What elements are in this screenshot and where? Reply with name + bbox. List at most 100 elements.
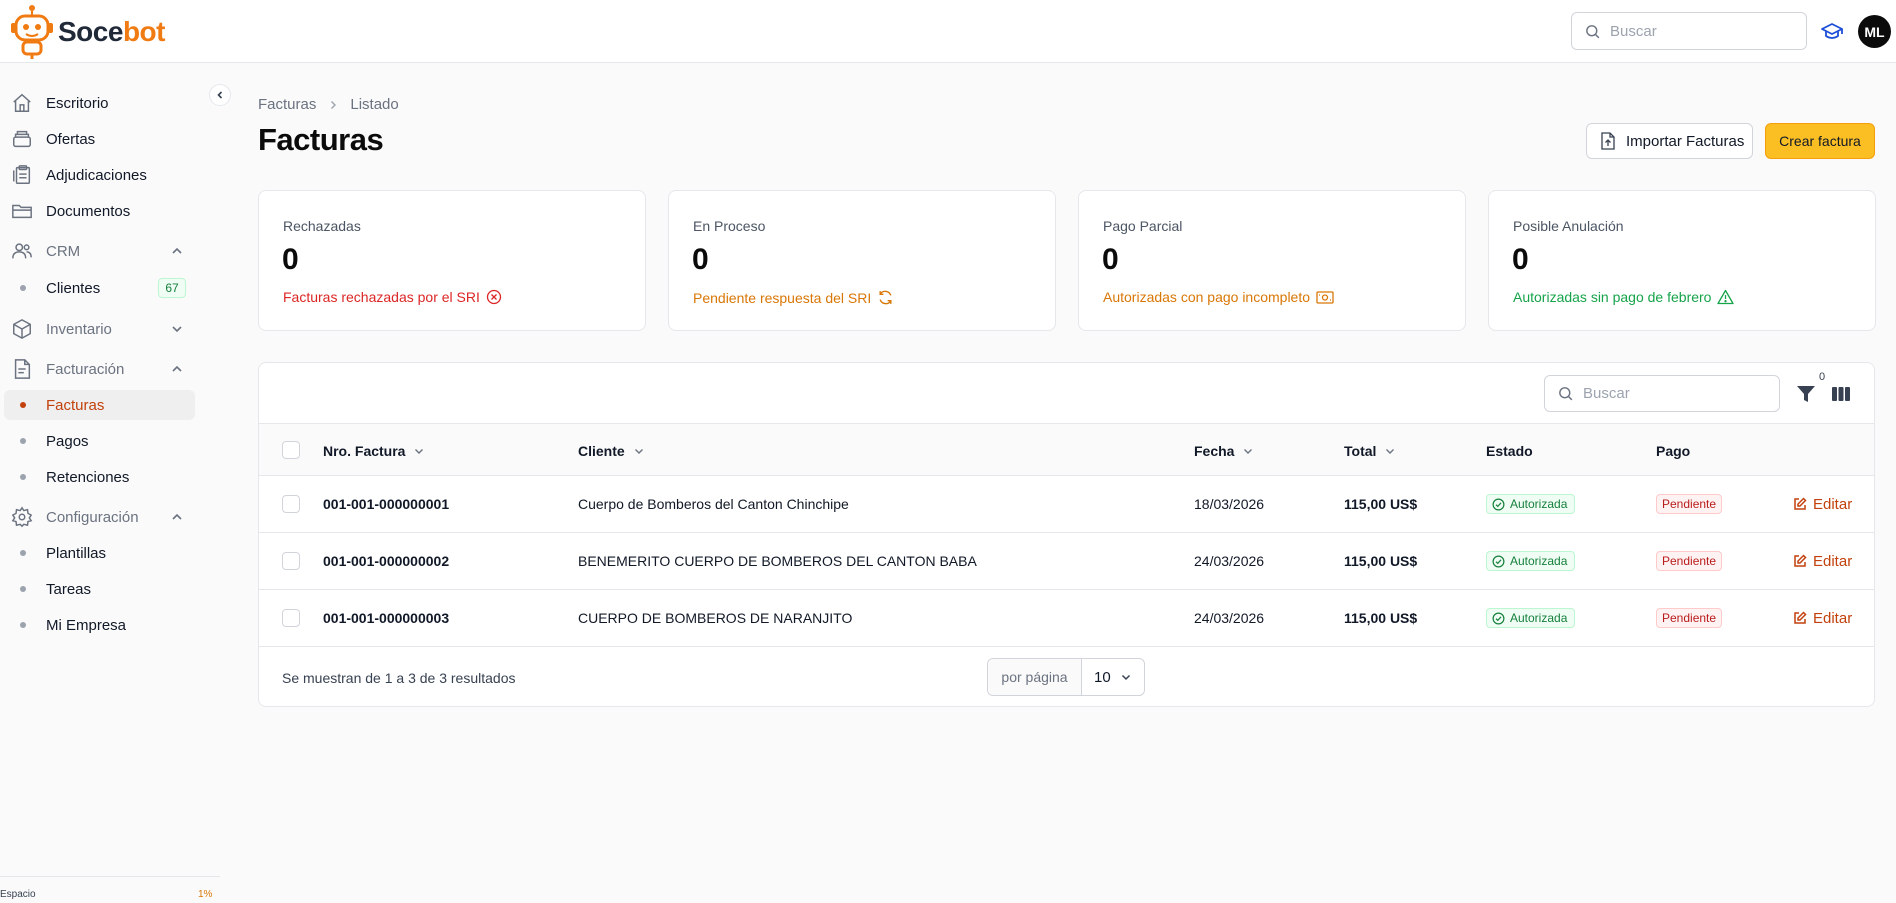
edit-link[interactable]: Editar bbox=[1793, 476, 1852, 532]
column-header-label: Nro. Factura bbox=[323, 442, 406, 459]
row-checkbox[interactable] bbox=[282, 609, 300, 627]
invoice-number[interactable]: 001-001-000000003 bbox=[323, 590, 449, 646]
column-header-cliente[interactable]: Cliente bbox=[578, 424, 645, 477]
stat-card-rechazadas: Rechazadas 0 Facturas rechazadas por el … bbox=[258, 190, 646, 331]
table-row[interactable]: 001-001-000000002 BENEMERITO CUERPO DE B… bbox=[259, 533, 1874, 590]
payment-badge: Pendiente bbox=[1656, 494, 1723, 514]
sidebar-item-ofertas[interactable]: Ofertas bbox=[0, 124, 195, 154]
edit-icon bbox=[1794, 554, 1807, 567]
search-icon bbox=[1559, 387, 1573, 401]
status-cell: Autorizada bbox=[1486, 590, 1576, 646]
stat-description-text: Facturas rechazadas por el SRI bbox=[283, 289, 480, 305]
column-header-estado: Estado bbox=[1486, 424, 1533, 477]
bullet bbox=[20, 402, 26, 408]
chevron-down-icon bbox=[1244, 448, 1253, 454]
breadcrumb: Facturas Listado bbox=[258, 96, 399, 113]
stat-value: 0 bbox=[282, 243, 299, 276]
sidebar-item-label: Tareas bbox=[46, 580, 92, 598]
import-invoices-button[interactable]: Importar Facturas bbox=[1586, 123, 1753, 159]
sidebar-group-crm[interactable]: CRM bbox=[0, 236, 195, 266]
table-header: Nro. Factura Cliente Fecha Total Estado … bbox=[259, 423, 1874, 477]
filter-icon[interactable] bbox=[1795, 383, 1817, 405]
sidebar-item-facturas[interactable]: Facturas bbox=[4, 390, 195, 420]
sidebar-item-label: Pagos bbox=[46, 432, 89, 450]
edit-link[interactable]: Editar bbox=[1793, 533, 1852, 589]
sidebar-item-clientes[interactable]: Clientes 67 bbox=[4, 273, 195, 303]
edit-link[interactable]: Editar bbox=[1793, 590, 1852, 646]
storage-label: Espacio bbox=[0, 889, 36, 900]
invoice-total: 115,00 US$ bbox=[1344, 496, 1418, 512]
payment-cell: Pendiente bbox=[1656, 590, 1723, 646]
row-checkbox[interactable] bbox=[282, 495, 300, 513]
create-invoice-button[interactable]: Crear factura bbox=[1765, 123, 1875, 159]
invoice-date: 24/03/2026 bbox=[1194, 610, 1265, 626]
table-search[interactable] bbox=[1544, 375, 1780, 412]
sidebar-group-configuracion[interactable]: Configuración bbox=[0, 502, 195, 532]
folder-icon bbox=[10, 199, 34, 223]
per-page-value[interactable]: 10 bbox=[1082, 659, 1144, 695]
sidebar-item-pagos[interactable]: Pagos bbox=[4, 426, 195, 456]
check-circle-icon bbox=[1492, 498, 1505, 510]
select-all-checkbox[interactable] bbox=[282, 441, 300, 459]
stat-title: En Proceso bbox=[693, 218, 766, 234]
invoice-number[interactable]: 001-001-000000001 bbox=[323, 476, 449, 532]
table-search-input[interactable] bbox=[1583, 385, 1763, 402]
sidebar-item-tareas[interactable]: Tareas bbox=[4, 574, 195, 604]
file-upload-icon bbox=[1601, 132, 1615, 150]
stat-value: 0 bbox=[1512, 243, 1529, 276]
stat-card-en-proceso: En Proceso 0 Pendiente respuesta del SRI bbox=[668, 190, 1056, 331]
edit-icon bbox=[1794, 497, 1807, 510]
row-checkbox[interactable] bbox=[282, 552, 300, 570]
global-search[interactable] bbox=[1571, 12, 1807, 50]
column-header-total[interactable]: Total bbox=[1344, 424, 1396, 477]
table-row[interactable]: 001-001-000000001 Cuerpo de Bomberos del… bbox=[259, 476, 1874, 533]
sidebar-item-label: Adjudicaciones bbox=[46, 166, 147, 184]
bullet bbox=[20, 622, 26, 628]
global-search-input[interactable] bbox=[1610, 22, 1790, 40]
sidebar-group-label: Inventario bbox=[46, 320, 112, 338]
avatar[interactable]: ML bbox=[1858, 15, 1891, 48]
sidebar-item-label: Escritorio bbox=[46, 94, 109, 112]
status-cell: Autorizada bbox=[1486, 533, 1576, 589]
storage-percent: 1% bbox=[198, 889, 213, 900]
sidebar-item-mi-empresa[interactable]: Mi Empresa bbox=[4, 610, 195, 640]
column-header-pago: Pago bbox=[1656, 424, 1690, 477]
collapse-sidebar-button[interactable] bbox=[209, 84, 231, 106]
robot-logo-icon bbox=[11, 5, 53, 59]
chevron-up-icon bbox=[172, 513, 182, 520]
edit-link-label: Editar bbox=[1813, 609, 1853, 627]
filter-count: 0 bbox=[1819, 371, 1826, 383]
payment-badge: Pendiente bbox=[1656, 551, 1723, 571]
sidebar-group-inventario[interactable]: Inventario bbox=[0, 314, 195, 344]
graduation-cap-icon[interactable] bbox=[1820, 20, 1844, 44]
sidebar-item-label: Clientes bbox=[46, 279, 101, 297]
bullet bbox=[20, 586, 26, 592]
sidebar-item-label: Mi Empresa bbox=[46, 616, 127, 634]
sidebar-item-plantillas[interactable]: Plantillas bbox=[4, 538, 195, 568]
status-badge: Autorizada bbox=[1486, 608, 1576, 628]
columns-icon[interactable] bbox=[1830, 383, 1852, 405]
sidebar-item-documentos[interactable]: Documentos bbox=[0, 196, 195, 226]
chevron-down-icon bbox=[1121, 674, 1131, 681]
breadcrumb-item[interactable]: Facturas bbox=[258, 96, 316, 113]
stat-card-pago-parcial: Pago Parcial 0 Autorizadas con pago inco… bbox=[1078, 190, 1466, 331]
chevron-down-icon bbox=[172, 326, 182, 333]
sidebar-item-adjudicaciones[interactable]: Adjudicaciones bbox=[0, 160, 195, 190]
stat-title: Pago Parcial bbox=[1103, 218, 1183, 234]
chevron-up-icon bbox=[172, 247, 182, 254]
invoice-total: 115,00 US$ bbox=[1344, 610, 1418, 626]
sidebar-item-escritorio[interactable]: Escritorio bbox=[0, 88, 195, 118]
column-header-nro-factura[interactable]: Nro. Factura bbox=[323, 424, 425, 477]
payment-cell: Pendiente bbox=[1656, 476, 1723, 532]
logo[interactable]: Socebot bbox=[10, 4, 165, 60]
invoice-number[interactable]: 001-001-000000002 bbox=[323, 533, 449, 589]
column-header-label: Fecha bbox=[1194, 442, 1235, 459]
table-row[interactable]: 001-001-000000003 CUERPO DE BOMBEROS DE … bbox=[259, 590, 1874, 647]
per-page-select[interactable]: por página 10 bbox=[987, 658, 1145, 696]
sidebar-group-facturacion[interactable]: Facturación bbox=[0, 354, 195, 384]
client-name: CUERPO DE BOMBEROS DE NARANJITO bbox=[578, 610, 853, 626]
sidebar-item-retenciones[interactable]: Retenciones bbox=[4, 462, 195, 492]
sidebar-item-label: Retenciones bbox=[46, 468, 130, 486]
stat-description: Pendiente respuesta del SRI bbox=[693, 289, 894, 306]
column-header-fecha[interactable]: Fecha bbox=[1194, 424, 1254, 477]
